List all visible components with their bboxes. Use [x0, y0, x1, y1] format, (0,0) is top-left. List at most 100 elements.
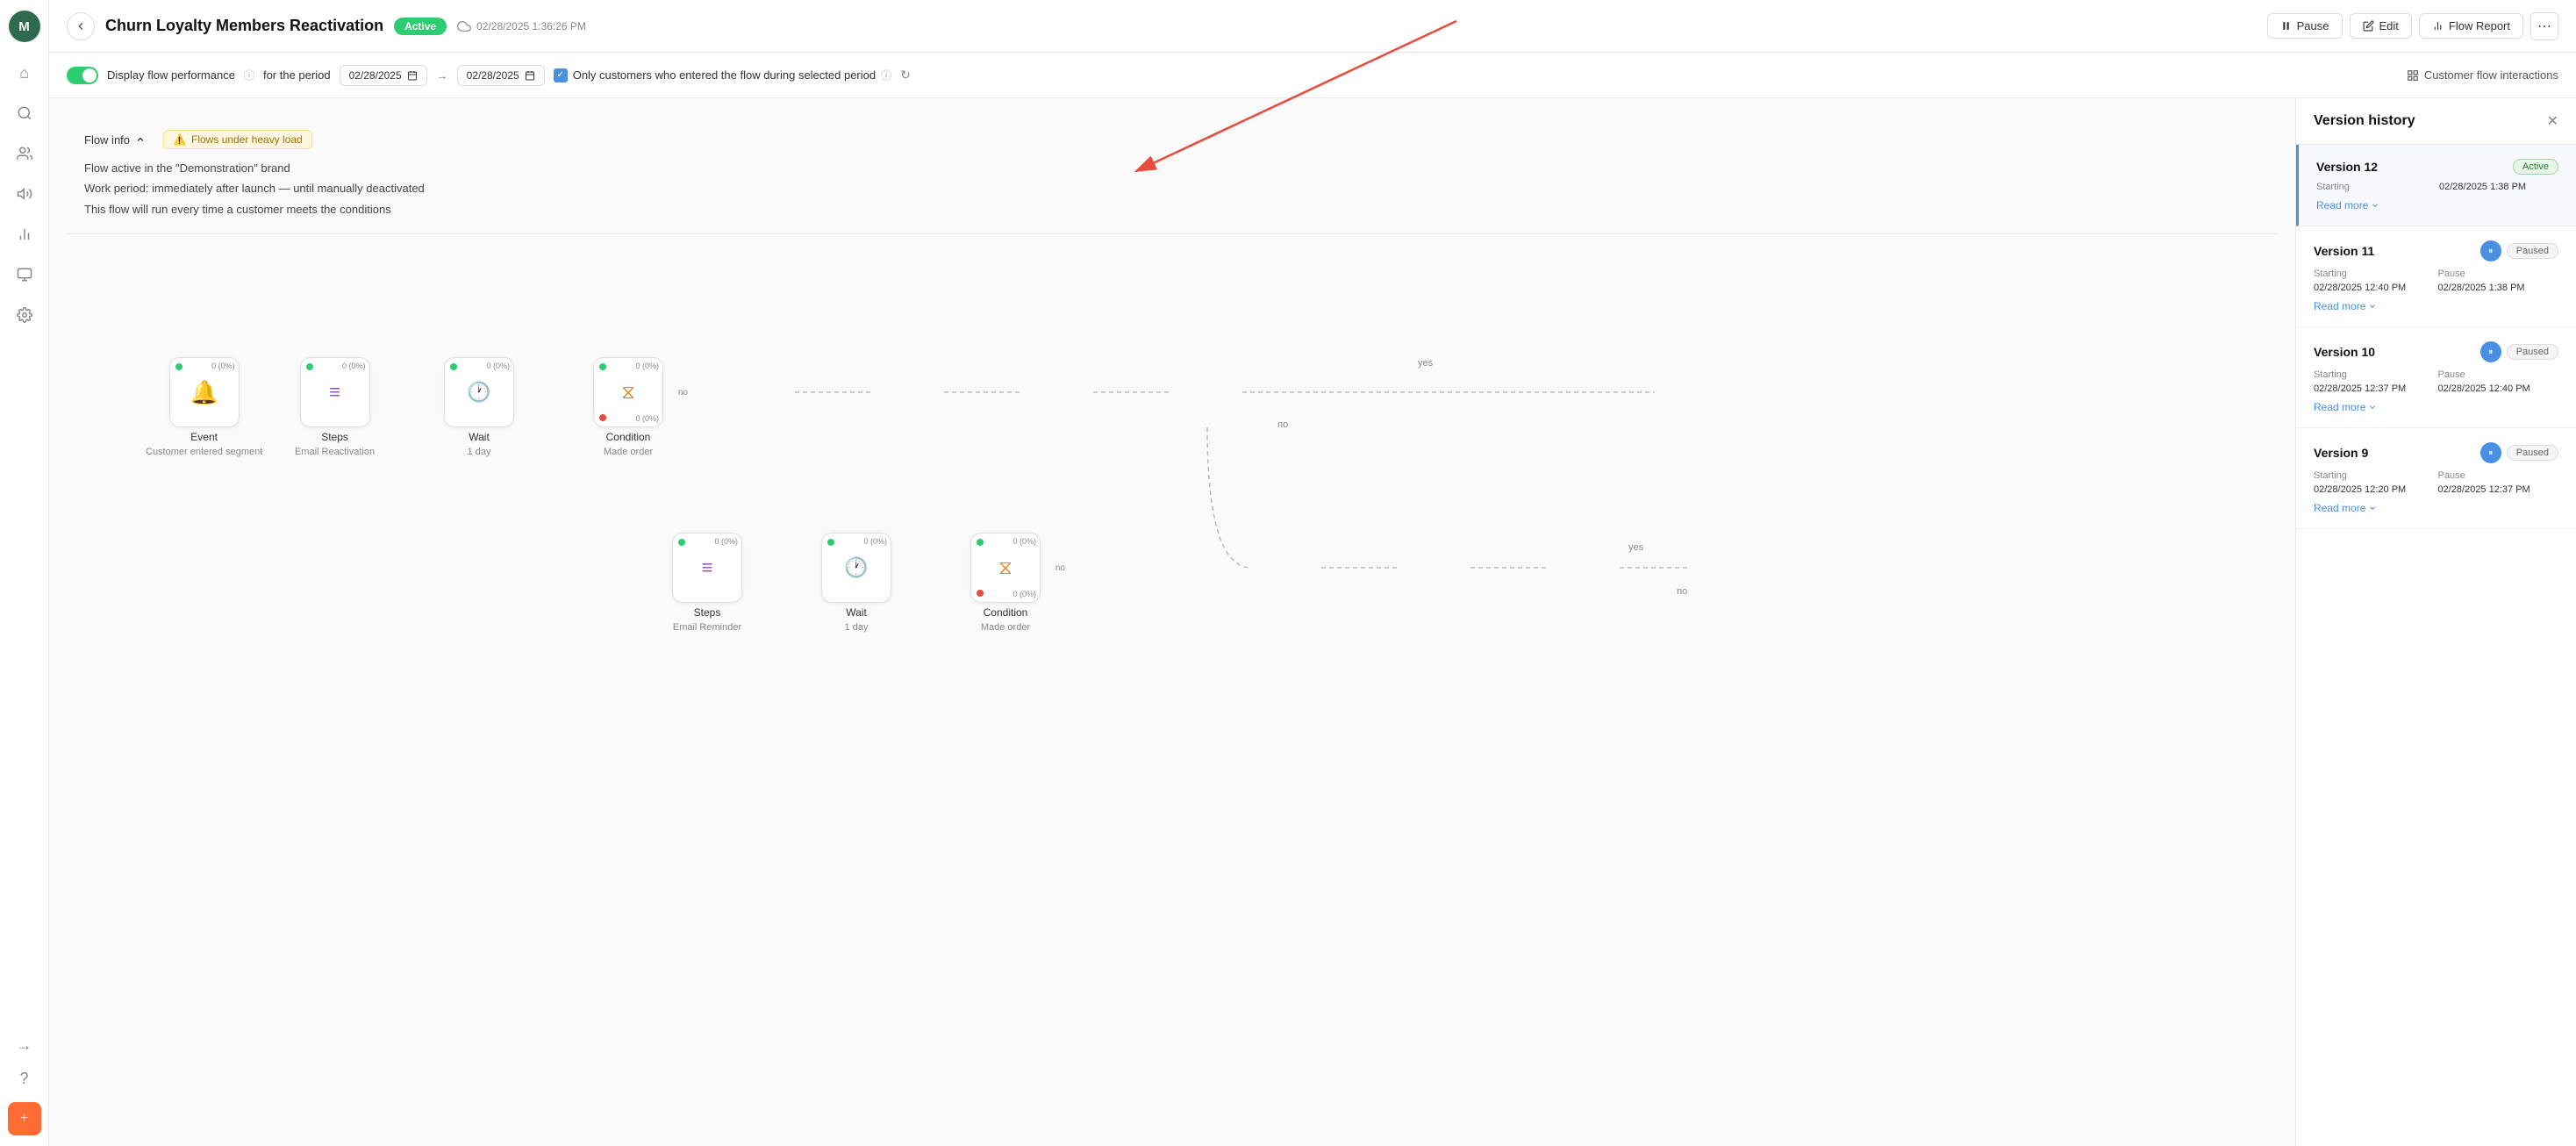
- sidebar: M ⌂ → ? +: [0, 0, 49, 1146]
- node-condition2-dot-green: [977, 539, 984, 546]
- node-steps1[interactable]: ≡ 0 (0%) Steps Email Reactivation: [295, 357, 375, 457]
- sidebar-item-home[interactable]: ⌂: [8, 56, 41, 90]
- cloud-sync-info[interactable]: 02/28/2025 1:36:26 PM: [457, 19, 586, 33]
- sidebar-item-analytics[interactable]: [8, 218, 41, 251]
- version-10-name: Version 10: [2314, 345, 2375, 359]
- version-item-10[interactable]: Version 10 ⏸ Paused Starting Pause 02/28…: [2296, 327, 2576, 428]
- cloud-timestamp: 02/28/2025 1:36:26 PM: [476, 20, 586, 32]
- version-11-read-more[interactable]: Read more: [2314, 300, 2558, 312]
- only-customers-info-icon[interactable]: ⓘ: [881, 68, 891, 82]
- version-11-pause-date: 02/28/2025 1:38 PM: [2438, 283, 2559, 293]
- version-item-11[interactable]: Version 11 ⏸ Paused Starting Pause 02/28…: [2296, 226, 2576, 327]
- version-11-name: Version 11: [2314, 244, 2374, 258]
- pause-button[interactable]: Pause: [2267, 13, 2343, 39]
- node-steps2[interactable]: ≡ 0 (0%) Steps Email Reminder: [672, 533, 742, 633]
- customer-flow-button[interactable]: Customer flow interactions: [2407, 68, 2558, 82]
- display-info-icon[interactable]: ⓘ: [244, 68, 254, 82]
- back-button[interactable]: [67, 12, 95, 40]
- sidebar-item-help[interactable]: ?: [8, 1062, 41, 1095]
- page-title: Churn Loyalty Members Reactivation: [105, 17, 383, 35]
- svg-text:no: no: [1677, 586, 1687, 597]
- condition2-no-label: no: [1055, 563, 1065, 573]
- flow-info-toggle[interactable]: Flow info: [84, 133, 146, 147]
- node-condition1-sublabel: Made order: [604, 447, 653, 457]
- node-condition1-icon: ⧖: [621, 381, 634, 404]
- version-12-header: Version 12 Active: [2316, 159, 2558, 175]
- node-wait2-dot-green: [827, 539, 834, 546]
- sidebar-orange-button[interactable]: +: [8, 1102, 41, 1135]
- display-performance-toggle[interactable]: [67, 67, 98, 84]
- version-12-read-more[interactable]: Read more: [2316, 199, 2558, 211]
- node-event-label: Event: [190, 431, 218, 443]
- node-wait2-box[interactable]: 🕐 0 (0%): [821, 533, 891, 603]
- sidebar-item-arrow-right[interactable]: →: [8, 1028, 41, 1062]
- node-wait1-label: Wait: [469, 431, 490, 443]
- node-condition2-box[interactable]: ⧖ 0 (0%) 0 (0%): [970, 533, 1041, 603]
- date-to-input[interactable]: 02/28/2025: [457, 65, 545, 86]
- svg-text:yes: yes: [1418, 358, 1434, 369]
- version-11-status: Paused: [2507, 243, 2558, 259]
- node-condition1[interactable]: ⧖ 0 (0%) 0 (0%) Condition Made order no: [593, 357, 663, 457]
- node-wait1-dot-green: [450, 363, 457, 370]
- sidebar-item-tools[interactable]: [8, 258, 41, 291]
- refresh-icon[interactable]: ↻: [900, 68, 911, 82]
- version-9-badges: ⏸ Paused: [2480, 442, 2558, 463]
- sidebar-item-search[interactable]: [8, 97, 41, 130]
- main-content: Churn Loyalty Members Reactivation Activ…: [49, 0, 2576, 1146]
- status-badge: Active: [394, 18, 447, 35]
- node-condition2-dot-red: [977, 590, 984, 597]
- node-wait2-icon: 🕐: [844, 556, 868, 579]
- only-customers-checkbox-wrap[interactable]: ✓ Only customers who entered the flow du…: [554, 68, 891, 82]
- connectors-svg: no yes yes no: [67, 252, 2278, 673]
- node-condition1-box[interactable]: ⧖ 0 (0%) 0 (0%): [593, 357, 663, 427]
- version-item-12[interactable]: Version 12 Active Starting 02/28/2025 1:…: [2296, 145, 2576, 226]
- version-header: Version history ✕: [2296, 98, 2576, 145]
- version-item-9[interactable]: Version 9 ⏸ Paused Starting Pause 02/28/…: [2296, 428, 2576, 529]
- flow-info-line-3: This flow will run every time a customer…: [84, 199, 2260, 219]
- version-10-read-more[interactable]: Read more: [2314, 401, 2558, 413]
- edit-button[interactable]: Edit: [2350, 13, 2412, 39]
- node-event-box[interactable]: 🔔 0 (0%): [169, 357, 240, 427]
- version-panel-close[interactable]: ✕: [2547, 112, 2558, 130]
- version-12-status: Active: [2513, 159, 2558, 175]
- node-wait2-label: Wait: [846, 606, 867, 619]
- version-9-read-more[interactable]: Read more: [2314, 502, 2558, 514]
- node-condition2[interactable]: ⧖ 0 (0%) 0 (0%) Condition Made order no: [970, 533, 1041, 633]
- date-from-input[interactable]: 02/28/2025: [340, 65, 427, 86]
- node-wait2[interactable]: 🕐 0 (0%) Wait 1 day: [821, 533, 891, 633]
- node-wait1[interactable]: 🕐 0 (0%) Wait 1 day: [444, 357, 514, 457]
- version-12-name: Version 12: [2316, 160, 2378, 174]
- warning-label: Flows under heavy load: [191, 133, 303, 146]
- version-10-dates: Starting Pause 02/28/2025 12:37 PM 02/28…: [2314, 369, 2558, 394]
- sidebar-item-campaigns[interactable]: [8, 177, 41, 211]
- toggle-knob: [82, 68, 97, 82]
- node-event-dot: [175, 363, 182, 370]
- flow-report-button[interactable]: Flow Report: [2419, 13, 2523, 39]
- version-10-pause-label: Pause: [2438, 369, 2559, 380]
- version-9-header: Version 9 ⏸ Paused: [2314, 442, 2558, 463]
- sidebar-item-users[interactable]: [8, 137, 41, 170]
- more-options-button[interactable]: ⋯: [2530, 12, 2558, 40]
- only-customers-checkbox[interactable]: ✓: [554, 68, 568, 82]
- version-11-starting-label: Starting: [2314, 269, 2435, 279]
- version-11-badges: ⏸ Paused: [2480, 240, 2558, 261]
- node-event[interactable]: 🔔 0 (0%) Event Customer entered segment: [146, 357, 262, 457]
- node-wait1-box[interactable]: 🕐 0 (0%): [444, 357, 514, 427]
- node-steps1-box[interactable]: ≡ 0 (0%): [300, 357, 370, 427]
- flow-canvas[interactable]: Flow info ⚠️ Flows under heavy load Flow…: [49, 98, 2295, 1146]
- version-11-pause-icon: ⏸: [2480, 240, 2501, 261]
- node-steps1-icon: ≡: [329, 381, 340, 404]
- date-arrow-icon: →: [436, 68, 448, 82]
- version-11-pause-label: Pause: [2438, 269, 2559, 279]
- sidebar-item-settings[interactable]: [8, 298, 41, 332]
- node-event-icon: 🔔: [190, 379, 218, 406]
- node-steps2-box[interactable]: ≡ 0 (0%): [672, 533, 742, 603]
- version-11-header: Version 11 ⏸ Paused: [2314, 240, 2558, 261]
- node-steps2-sublabel: Email Reminder: [673, 622, 741, 633]
- version-10-starting-date: 02/28/2025 12:37 PM: [2314, 383, 2435, 394]
- version-11-starting-date: 02/28/2025 12:40 PM: [2314, 283, 2435, 293]
- version-10-status: Paused: [2507, 344, 2558, 360]
- topbar: Churn Loyalty Members Reactivation Activ…: [49, 0, 2576, 53]
- version-9-pause-label: Pause: [2438, 470, 2559, 481]
- nodes-area: no yes yes no: [67, 252, 2278, 673]
